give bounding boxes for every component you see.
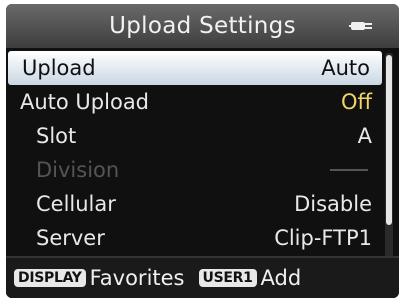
menu-item-value: Clip-FTP1 <box>274 226 372 250</box>
menu-item-upload[interactable]: Upload Auto <box>8 51 382 85</box>
scrollbar-thumb[interactable] <box>386 55 392 225</box>
menu-item-value: Disable <box>294 192 372 216</box>
scrollbar[interactable] <box>385 53 393 258</box>
footer-bar: DISPLAY Favorites USER1 Add <box>6 256 399 298</box>
display-key-badge[interactable]: DISPLAY <box>14 269 86 287</box>
user1-action-label: Add <box>260 266 302 290</box>
menu-item-slot[interactable]: Slot A <box>6 119 384 153</box>
display-action-label: Favorites <box>89 266 185 290</box>
menu-item-server[interactable]: Server Clip-FTP1 <box>6 221 384 255</box>
page-title: Upload Settings <box>109 13 296 39</box>
menu-header: Upload Settings <box>6 4 399 48</box>
power-plug-icon <box>349 22 372 30</box>
empty-value-dash <box>330 169 368 171</box>
menu-item-value: Auto <box>321 56 370 80</box>
menu-screen: Upload Settings Upload Auto Auto Upload … <box>6 4 399 298</box>
menu-item-label: Slot <box>36 124 77 148</box>
user1-key-badge[interactable]: USER1 <box>198 269 257 287</box>
menu-item-label: Server <box>36 226 105 250</box>
settings-list: Upload Auto Auto Upload Off Slot A Divis… <box>6 51 384 255</box>
menu-item-value: A <box>357 124 372 148</box>
menu-item-label: Division <box>36 158 120 182</box>
menu-item-label: Upload <box>22 56 96 80</box>
menu-item-auto-upload[interactable]: Auto Upload Off <box>6 85 384 119</box>
menu-item-division: Division <box>6 153 384 187</box>
menu-item-cellular[interactable]: Cellular Disable <box>6 187 384 221</box>
menu-item-value: Off <box>341 90 372 114</box>
menu-item-label: Auto Upload <box>20 90 150 114</box>
menu-item-label: Cellular <box>36 192 116 216</box>
